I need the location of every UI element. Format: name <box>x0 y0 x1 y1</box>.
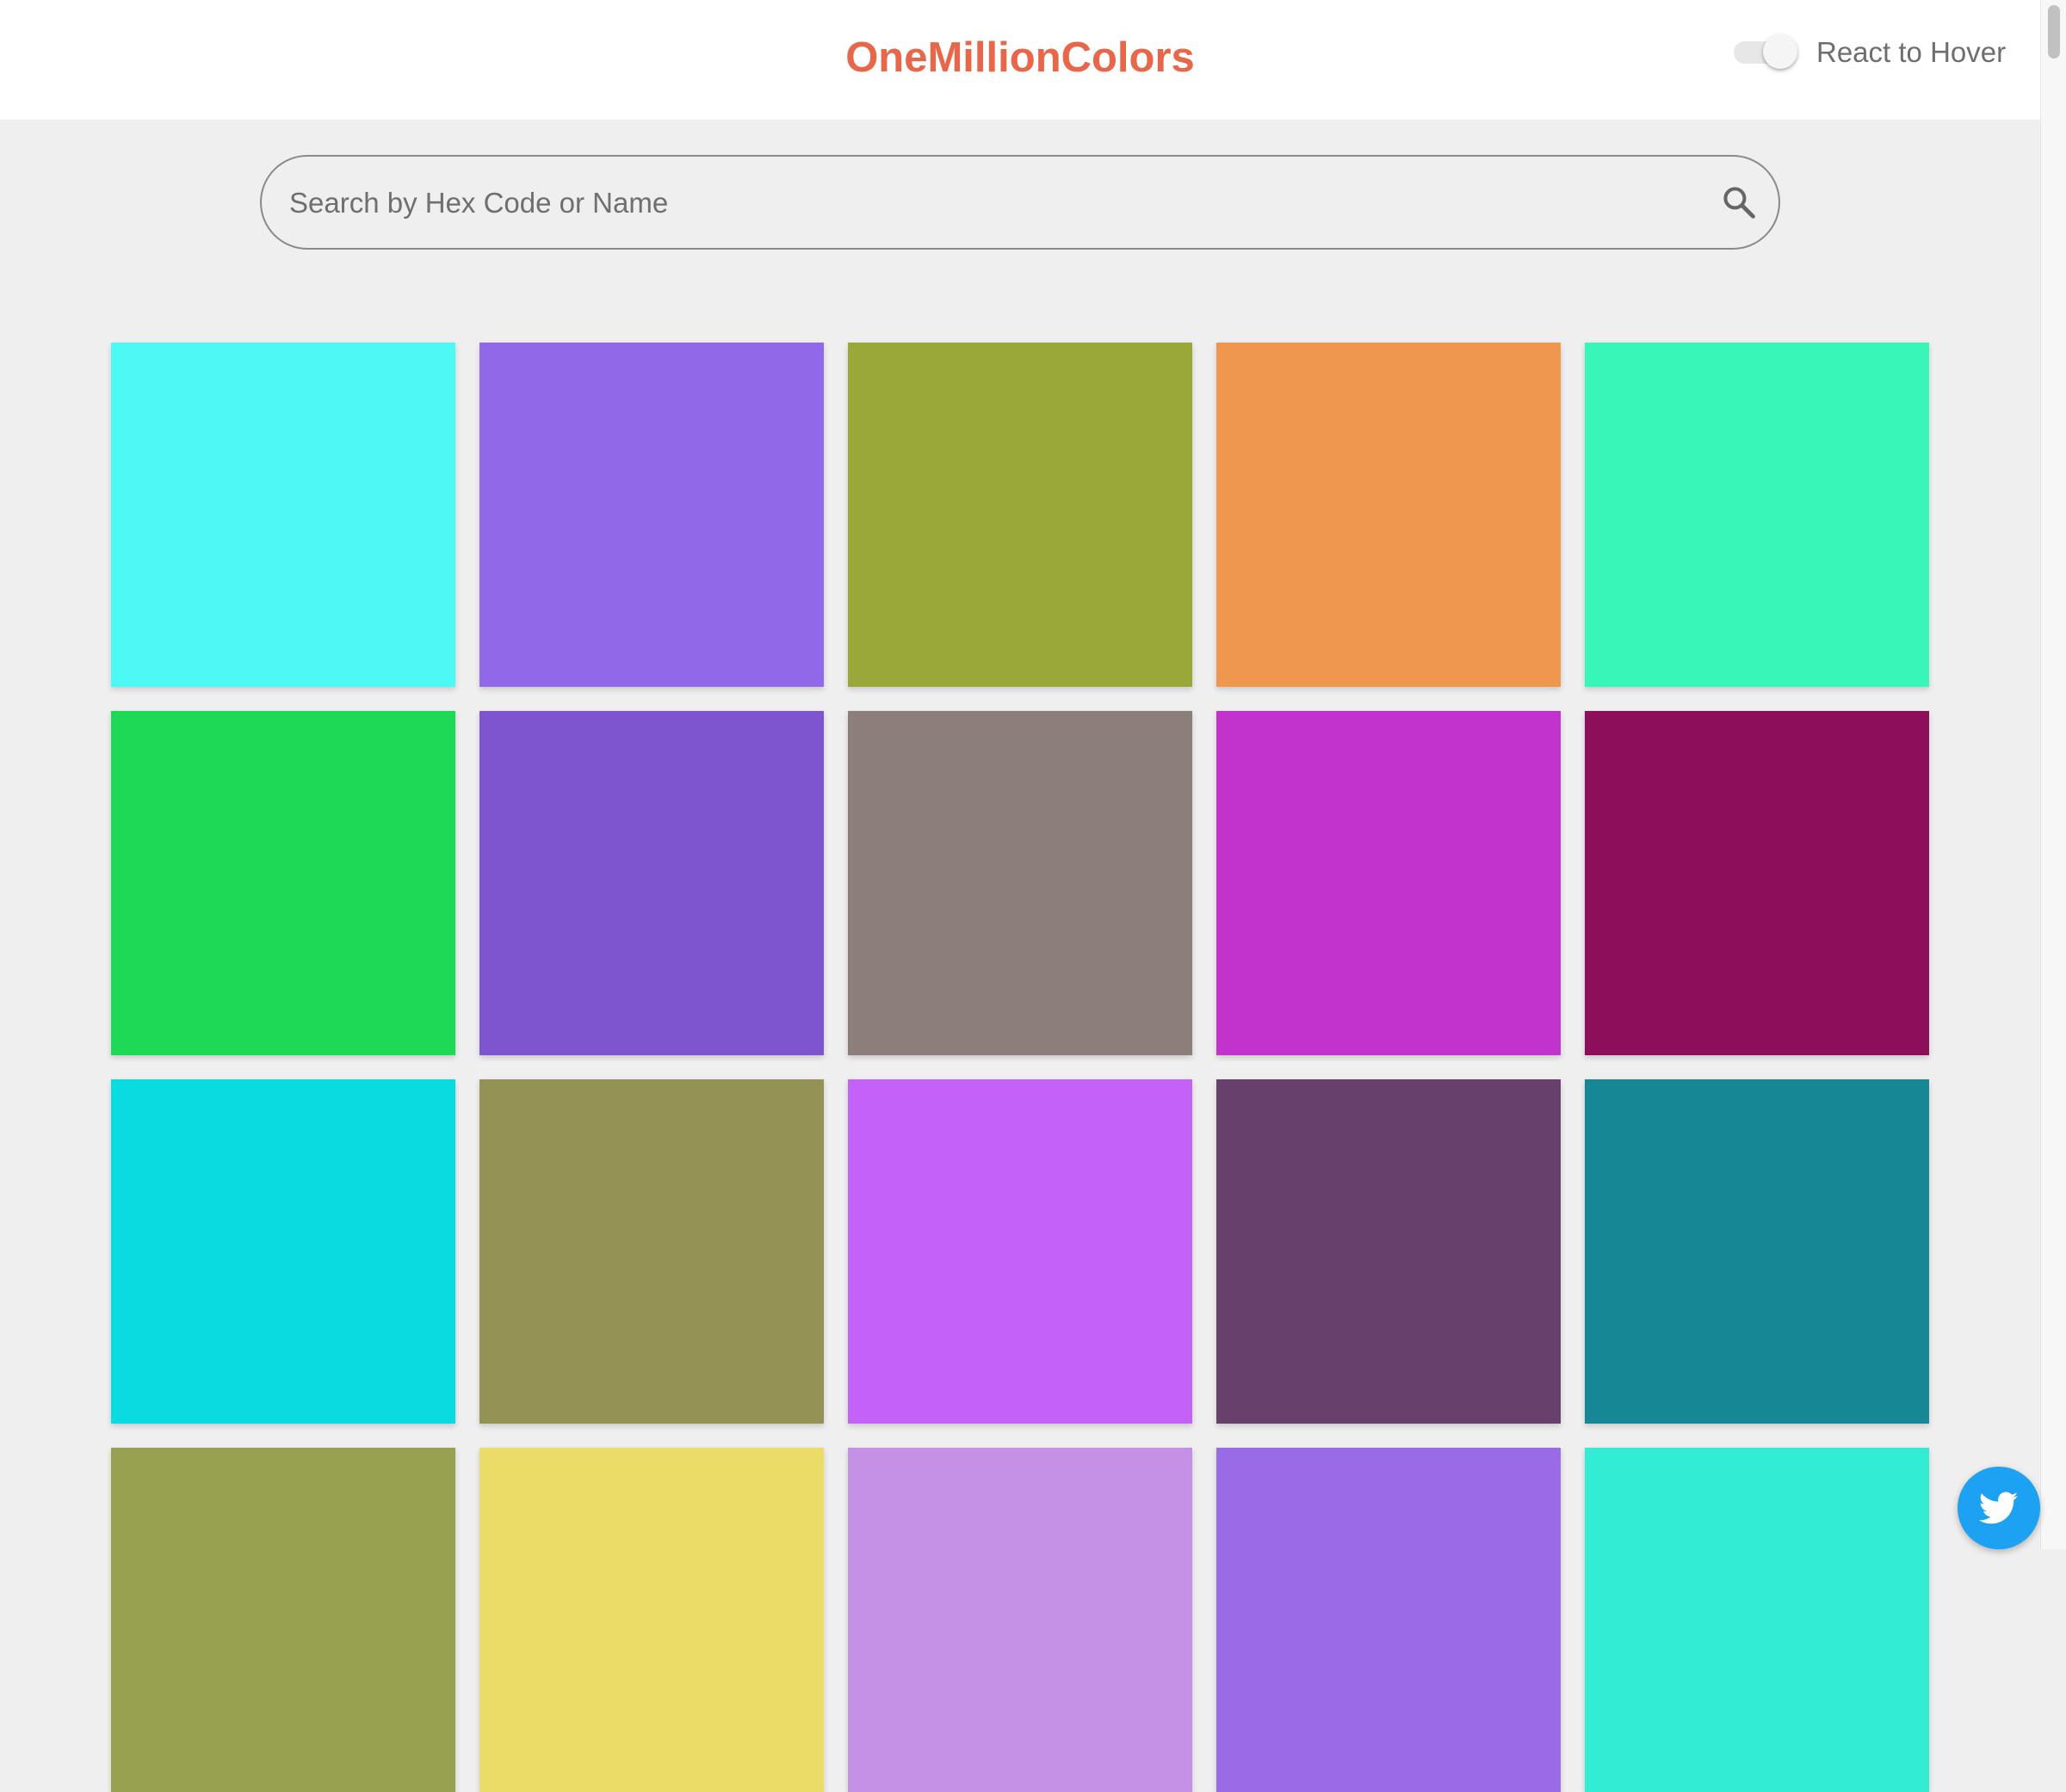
vertical-scrollbar[interactable] <box>2040 0 2066 1549</box>
color-swatch[interactable] <box>1216 711 1561 1055</box>
color-swatch[interactable] <box>111 1448 455 1792</box>
scrollbar-thumb[interactable] <box>2048 5 2060 59</box>
color-swatch[interactable] <box>1216 343 1561 687</box>
color-swatch[interactable] <box>1216 1079 1561 1424</box>
search-input[interactable] <box>288 157 1703 250</box>
color-swatch[interactable] <box>111 343 455 687</box>
react-to-hover-toggle[interactable]: React to Hover <box>1734 32 2006 73</box>
toggle-label[interactable]: React to Hover <box>1816 36 2006 69</box>
color-swatch[interactable] <box>1585 343 1929 687</box>
color-swatch[interactable] <box>848 1448 1192 1792</box>
color-swatch[interactable] <box>479 1448 824 1792</box>
toggle-switch[interactable] <box>1734 34 1797 69</box>
search-bar[interactable] <box>260 155 1780 250</box>
color-swatch[interactable] <box>111 711 455 1055</box>
color-swatch[interactable] <box>479 343 824 687</box>
toggle-thumb[interactable] <box>1763 34 1797 69</box>
color-swatch[interactable] <box>1585 1079 1929 1424</box>
twitter-icon <box>1979 1492 2019 1524</box>
color-swatch[interactable] <box>1585 1448 1929 1792</box>
color-swatch[interactable] <box>848 1079 1192 1424</box>
color-swatch[interactable] <box>848 711 1192 1055</box>
twitter-share-button[interactable] <box>1958 1467 2040 1549</box>
color-swatch[interactable] <box>848 343 1192 687</box>
color-swatch[interactable] <box>111 1079 455 1424</box>
color-swatch[interactable] <box>1216 1448 1561 1792</box>
color-swatch[interactable] <box>479 711 824 1055</box>
search-icon[interactable] <box>1720 183 1758 221</box>
color-swatch[interactable] <box>479 1079 824 1424</box>
top-bar: OneMillionColors React to Hover <box>0 0 2040 120</box>
color-swatch[interactable] <box>1585 711 1929 1055</box>
